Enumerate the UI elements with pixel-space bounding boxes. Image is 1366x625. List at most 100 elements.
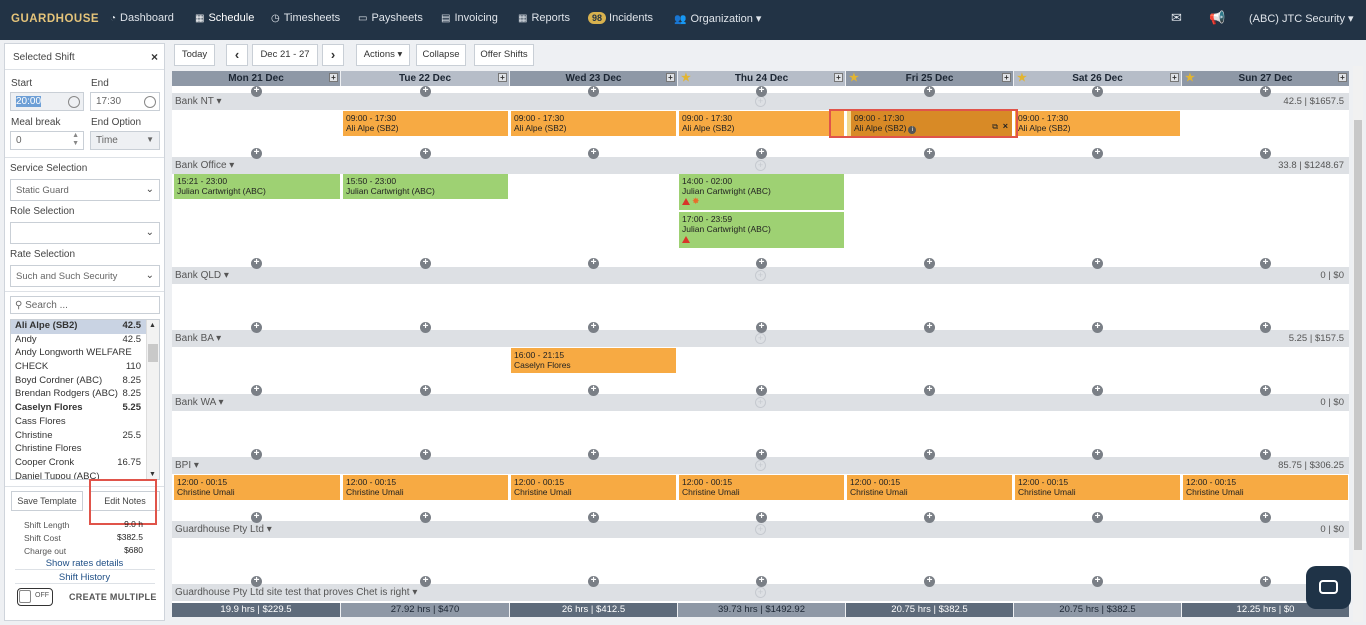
add-shift-icon[interactable]: +: [588, 322, 599, 333]
shift-card[interactable]: 17:00 - 23:59 Julian Cartwright (ABC): [679, 212, 844, 248]
staff-item[interactable]: Brendan Rodgers (ABC) 8.25: [11, 388, 159, 402]
create-multiple-toggle[interactable]: OFF: [17, 588, 53, 606]
add-shift-icon[interactable]: +: [924, 258, 935, 269]
staff-item[interactable]: Christine Flores: [11, 443, 159, 457]
mail-icon[interactable]: ✉: [1171, 10, 1182, 26]
actions-dropdown[interactable]: Actions ▾: [356, 44, 410, 66]
add-circle-icon[interactable]: +: [755, 397, 766, 408]
add-shift-icon[interactable]: +: [420, 86, 431, 97]
save-template-button[interactable]: Save Template: [11, 491, 83, 511]
staff-item[interactable]: Boyd Cordner (ABC) 8.25: [11, 375, 159, 389]
add-shift-icon[interactable]: +: [588, 385, 599, 396]
add-shift-icon[interactable]: +: [1092, 576, 1103, 587]
add-shift-icon[interactable]: +: [251, 86, 262, 97]
end-time-input[interactable]: 17:30: [90, 92, 160, 111]
shift-card[interactable]: 12:00 - 00:15 Christine Umali: [511, 475, 676, 500]
shift-card[interactable]: 12:00 - 00:15 Christine Umali: [679, 475, 844, 500]
offer-shifts-button[interactable]: Offer Shifts: [474, 44, 534, 66]
date-range-button[interactable]: Dec 21 - 27: [252, 44, 318, 66]
rate-select[interactable]: Such and Such Security ⌄: [10, 265, 160, 287]
scroll-up-icon[interactable]: ▲: [149, 322, 156, 329]
nav-schedule[interactable]: ▦ Schedule: [195, 12, 254, 24]
nav-invoicing[interactable]: ▤ Invoicing: [441, 12, 498, 24]
add-shift-icon[interactable]: +: [924, 385, 935, 396]
nav-reports[interactable]: ▦ Reports: [518, 12, 570, 24]
staff-list[interactable]: Ali Alpe (SB2) 42.5 Andy 42.5 Andy Longwor…: [10, 319, 160, 480]
nav-timesheets[interactable]: ◷ Timesheets: [271, 12, 340, 24]
shift-card[interactable]: 12:00 - 00:15 Christine Umali: [847, 475, 1012, 500]
nav-paysheets[interactable]: ▭ Paysheets: [358, 12, 423, 24]
add-shift-icon[interactable]: +: [420, 512, 431, 523]
staff-list-scrollbar[interactable]: ▲ ▼: [146, 320, 159, 479]
add-shift-icon[interactable]: +: [420, 385, 431, 396]
staff-item[interactable]: Christine 25.5: [11, 430, 159, 444]
plus-icon[interactable]: +: [329, 73, 338, 82]
add-shift-icon[interactable]: +: [1260, 86, 1271, 97]
add-shift-icon[interactable]: +: [1260, 258, 1271, 269]
meal-break-input[interactable]: 0 ▲ ▼: [10, 131, 84, 150]
add-shift-icon[interactable]: +: [756, 385, 767, 396]
scroll-down-icon[interactable]: ▼: [149, 471, 156, 478]
shift-card[interactable]: 15:21 - 23:00 Julian Cartwright (ABC): [174, 174, 340, 199]
add-circle-icon[interactable]: +: [755, 270, 766, 281]
page-scrollbar[interactable]: [1353, 66, 1363, 622]
shift-card[interactable]: 16:00 - 21:15 Caselyn Flores: [511, 348, 676, 373]
end-option-select[interactable]: Time ▼: [90, 131, 160, 150]
add-shift-icon[interactable]: +: [1092, 86, 1103, 97]
add-shift-icon[interactable]: +: [756, 148, 767, 159]
add-shift-icon[interactable]: +: [251, 322, 262, 333]
add-circle-icon[interactable]: +: [755, 460, 766, 471]
nav-incidents[interactable]: 98 Incidents: [588, 12, 653, 24]
shift-card[interactable]: 12:00 - 00:15 Christine Umali: [174, 475, 340, 500]
shift-card[interactable]: 12:00 - 00:15 Christine Umali: [343, 475, 508, 500]
today-button[interactable]: Today: [174, 44, 215, 66]
add-shift-icon[interactable]: +: [924, 86, 935, 97]
collapse-button[interactable]: Collapse: [416, 44, 466, 66]
add-shift-icon[interactable]: +: [1092, 258, 1103, 269]
plus-icon[interactable]: +: [1002, 73, 1011, 82]
add-circle-icon[interactable]: +: [755, 333, 766, 344]
add-circle-icon[interactable]: +: [755, 96, 766, 107]
add-shift-icon[interactable]: +: [251, 512, 262, 523]
add-shift-icon[interactable]: +: [251, 576, 262, 587]
nav-dashboard[interactable]: ◔ Dashboard: [110, 12, 174, 24]
plus-icon[interactable]: +: [834, 73, 843, 82]
clock-icon[interactable]: [144, 96, 156, 108]
staff-item[interactable]: Caselyn Flores 5.25: [11, 402, 159, 416]
staff-item[interactable]: Cooper Cronk 16.75: [11, 457, 159, 471]
close-icon[interactable]: ×: [151, 50, 158, 64]
chat-button[interactable]: [1306, 566, 1351, 609]
plus-icon[interactable]: +: [1170, 73, 1179, 82]
next-week-button[interactable]: ›: [322, 44, 344, 66]
add-shift-icon[interactable]: +: [1092, 449, 1103, 460]
spinner-icon[interactable]: ▲ ▼: [72, 132, 79, 148]
show-rates-link[interactable]: Show rates details: [5, 558, 164, 569]
shift-history-link[interactable]: Shift History: [5, 572, 164, 583]
add-shift-icon[interactable]: +: [1092, 385, 1103, 396]
clock-icon[interactable]: [68, 96, 80, 108]
role-select[interactable]: ⌄: [10, 222, 160, 244]
add-shift-icon[interactable]: +: [756, 322, 767, 333]
add-shift-icon[interactable]: +: [1260, 322, 1271, 333]
add-shift-icon[interactable]: +: [251, 258, 262, 269]
scroll-thumb[interactable]: [148, 344, 158, 362]
plus-icon[interactable]: +: [666, 73, 675, 82]
shift-card[interactable]: 14:00 - 02:00 Julian Cartwright (ABC) ✸: [679, 174, 844, 210]
staff-item[interactable]: Andy Longworth WELFARE: [11, 347, 159, 361]
add-shift-icon[interactable]: +: [924, 512, 935, 523]
add-shift-icon[interactable]: +: [420, 148, 431, 159]
add-circle-icon[interactable]: +: [755, 160, 766, 171]
nav-organization[interactable]: 👥 Organization ▾: [674, 12, 761, 25]
plus-icon[interactable]: +: [1338, 73, 1347, 82]
add-shift-icon[interactable]: +: [588, 148, 599, 159]
megaphone-icon[interactable]: 📢: [1209, 10, 1225, 26]
add-shift-icon[interactable]: +: [1092, 148, 1103, 159]
add-shift-icon[interactable]: +: [420, 449, 431, 460]
add-shift-icon[interactable]: +: [1260, 512, 1271, 523]
shift-card[interactable]: 09:00 - 17:30 Ali Alpe (SB2): [343, 111, 508, 136]
add-shift-icon[interactable]: +: [251, 385, 262, 396]
add-shift-icon[interactable]: +: [756, 576, 767, 587]
add-shift-icon[interactable]: +: [1260, 385, 1271, 396]
add-shift-icon[interactable]: +: [420, 576, 431, 587]
shift-card[interactable]: 12:00 - 00:15 Christine Umali: [1015, 475, 1180, 500]
